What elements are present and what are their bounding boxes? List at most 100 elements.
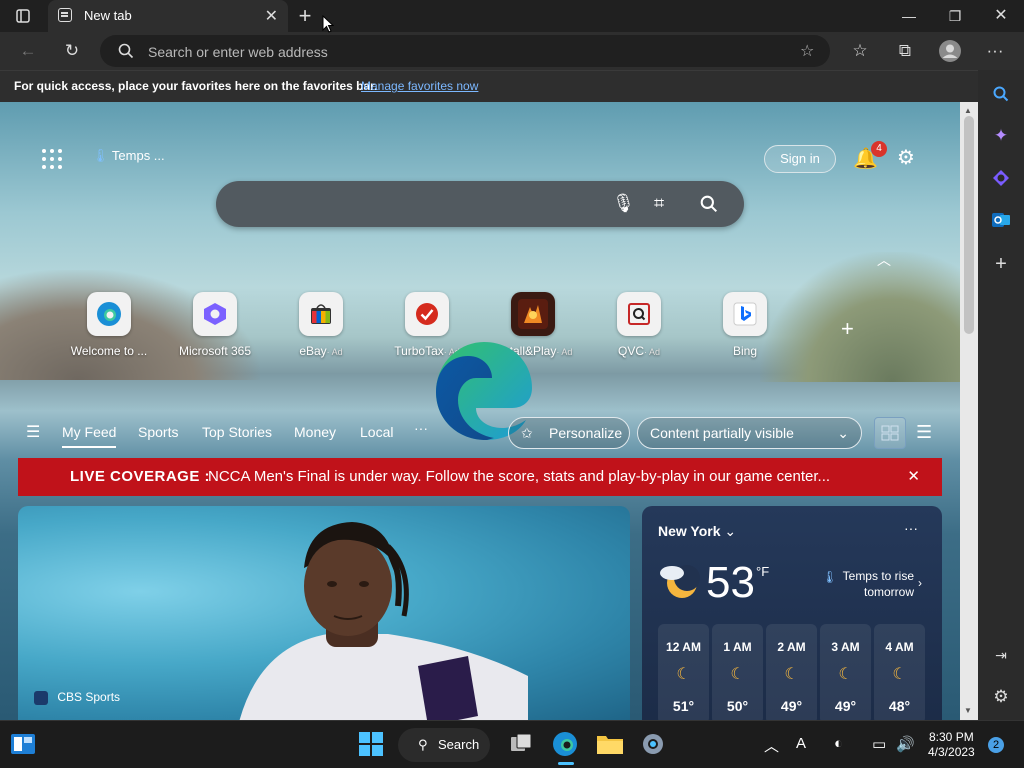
weather-card[interactable]: New York ⌄ ··· 53 °F 🌡 Temps to rise tom… <box>642 506 942 720</box>
current-temperature: 53 <box>706 558 755 607</box>
network-icon[interactable]: ▭ <box>872 735 886 753</box>
add-favorite-icon[interactable]: ☆ <box>800 41 814 61</box>
live-coverage-banner[interactable]: LIVE COVERAGE : NCCA Men's Final is unde… <box>18 458 942 496</box>
partly-cloudy-night-icon <box>660 565 700 598</box>
weather-city[interactable]: New York ⌄ <box>658 523 736 540</box>
page-search-box[interactable]: 🎙 ⌗ <box>216 181 744 227</box>
hourly-forecast[interactable]: 12 AM ☾ 51° <box>658 624 709 720</box>
address-bar[interactable]: Search or enter web address ☆ <box>100 35 830 67</box>
tab-new-tab[interactable]: New tab ✕ <box>48 0 288 32</box>
toolbar: ← ↻ Search or enter web address ☆ ☆ ⧉ ··… <box>0 32 1024 70</box>
sidebar-add-icon[interactable]: + <box>989 252 1013 276</box>
nav-sports[interactable]: Sports <box>138 424 178 440</box>
scroll-down-icon[interactable]: ▼ <box>964 706 972 715</box>
scrollbar-thumb[interactable] <box>964 116 974 334</box>
input-indicator-icon[interactable]: A <box>796 735 806 752</box>
nav-local[interactable]: Local <box>360 424 393 440</box>
hourly-forecast[interactable]: 2 AM ☾ 49° <box>766 624 817 720</box>
sidebar-settings-icon[interactable]: ⚙ <box>989 685 1013 709</box>
personalize-icon: ✩ <box>521 425 533 441</box>
moon-icon: ☾ <box>784 666 799 683</box>
favorites-icon[interactable]: ☆ <box>844 35 876 67</box>
grid-layout-icon <box>881 425 899 441</box>
settings-app-icon[interactable] <box>640 731 668 759</box>
focus-assist-icon[interactable]: ◐ <box>834 735 843 752</box>
manage-favorites-link[interactable]: Manage favorites now <box>361 79 478 93</box>
collections-icon[interactable]: ⧉ <box>889 35 921 67</box>
refresh-button[interactable]: ↻ <box>56 35 88 67</box>
search-icon <box>118 43 134 59</box>
hourly-forecast[interactable]: 1 AM ☾ 50° <box>712 624 763 720</box>
add-quick-link-icon[interactable]: + <box>841 316 854 342</box>
quick-link-label: Welcome to ... <box>70 344 148 358</box>
hourly-forecast[interactable]: 3 AM ☾ 49° <box>820 624 871 720</box>
sidebar-hide-icon[interactable]: ⇥ <box>989 643 1013 667</box>
notification-badge: 4 <box>871 141 887 157</box>
file-explorer-icon[interactable] <box>596 731 624 759</box>
back-button[interactable]: ← <box>12 35 44 67</box>
hero-news-card[interactable]: CBS Sports <box>18 506 630 720</box>
settings-more-icon[interactable]: ··· <box>979 35 1011 67</box>
live-coverage-label: LIVE COVERAGE : <box>70 468 211 485</box>
close-window-button[interactable]: ✕ <box>978 0 1024 32</box>
task-view-icon[interactable] <box>508 731 536 759</box>
volume-icon[interactable]: 🔊 <box>896 735 915 753</box>
taskbar-search[interactable]: ⚲ Search <box>398 728 490 762</box>
page-search-icon[interactable] <box>700 195 718 213</box>
nav-top-stories[interactable]: Top Stories <box>202 424 272 440</box>
microphone-icon[interactable]: 🎙 <box>612 193 635 214</box>
quick-link-bing[interactable]: Bing <box>692 292 798 358</box>
cbs-sports-icon <box>34 690 48 705</box>
weather-pill-text: Temps ... <box>111 148 165 163</box>
sidebar-copilot-icon[interactable] <box>989 166 1013 190</box>
show-hidden-icons-icon[interactable]: ︿ <box>764 735 779 756</box>
system-clock[interactable]: 8:30 PM 4/3/2023 <box>928 730 975 760</box>
nav-more[interactable]: ··· <box>414 420 428 436</box>
weather-forecast-note: Temps to rise tomorrow <box>842 569 914 599</box>
new-tab-page-icon <box>58 8 72 22</box>
widgets-icon[interactable] <box>10 731 38 759</box>
title-bar: New tab ✕ + — ❐ ✕ <box>0 0 1024 32</box>
restore-button[interactable]: ❐ <box>932 0 978 32</box>
tab-actions-icon[interactable] <box>0 0 46 32</box>
hero-source-label: CBS Sports <box>57 690 121 704</box>
sidebar-outlook-icon[interactable] <box>989 208 1013 232</box>
chevron-right-icon[interactable]: › <box>918 576 922 590</box>
quick-link-microsoft365[interactable]: Microsoft 365 <box>162 292 268 358</box>
profile-avatar[interactable] <box>934 35 966 67</box>
page-settings-gear-icon[interactable]: ⚙ <box>897 145 915 170</box>
nav-money[interactable]: Money <box>294 424 336 440</box>
edge-taskbar-icon[interactable] <box>552 731 580 765</box>
weather-more-icon[interactable]: ··· <box>904 520 918 536</box>
personalize-button[interactable]: ✩ Personalize <box>508 417 630 449</box>
nav-my-feed[interactable]: My Feed <box>62 424 117 448</box>
thermometer-icon: 🌡 <box>92 148 109 163</box>
close-banner-icon[interactable]: ✕ <box>907 458 920 496</box>
quick-link-welcome[interactable]: Welcome to ... <box>56 292 162 358</box>
page-scrollbar[interactable]: ▲ ▼ <box>960 102 978 720</box>
qvc-icon <box>617 292 661 336</box>
minimize-button[interactable]: — <box>886 0 932 32</box>
quick-link-label: eBay <box>299 344 327 358</box>
quick-link-qvc[interactable]: QVC· Ad <box>586 292 692 358</box>
sidebar-search-icon[interactable] <box>989 82 1013 106</box>
content-visibility-dropdown[interactable]: Content partially visible ⌄ <box>637 417 862 449</box>
sidebar-discover-icon[interactable]: ✦ <box>989 124 1013 148</box>
grid-layout-button[interactable] <box>874 417 906 449</box>
collapse-chevron-icon[interactable]: ︿ <box>877 250 891 270</box>
clock-time: 8:30 PM <box>929 730 974 744</box>
quick-link-ebay[interactable]: eBay· Ad <box>268 292 374 358</box>
start-icon[interactable] <box>358 731 386 759</box>
sign-in-button[interactable]: Sign in <box>764 145 836 173</box>
moon-icon: ☾ <box>838 666 853 683</box>
list-layout-icon[interactable]: ☰ <box>916 422 932 443</box>
notification-center-badge[interactable]: 2 <box>988 737 1004 753</box>
scroll-up-icon[interactable]: ▲ <box>964 106 972 115</box>
visual-search-icon[interactable]: ⌗ <box>654 193 664 214</box>
weather-pill[interactable]: 🌡 Temps ... <box>92 148 165 170</box>
moon-icon: ☾ <box>676 666 691 683</box>
apps-launcher-icon[interactable] <box>42 149 62 169</box>
close-tab-icon[interactable]: ✕ <box>265 6 278 26</box>
hourly-forecast[interactable]: 4 AM ☾ 48° <box>874 624 925 720</box>
feed-menu-icon[interactable]: ☰ <box>26 422 40 442</box>
